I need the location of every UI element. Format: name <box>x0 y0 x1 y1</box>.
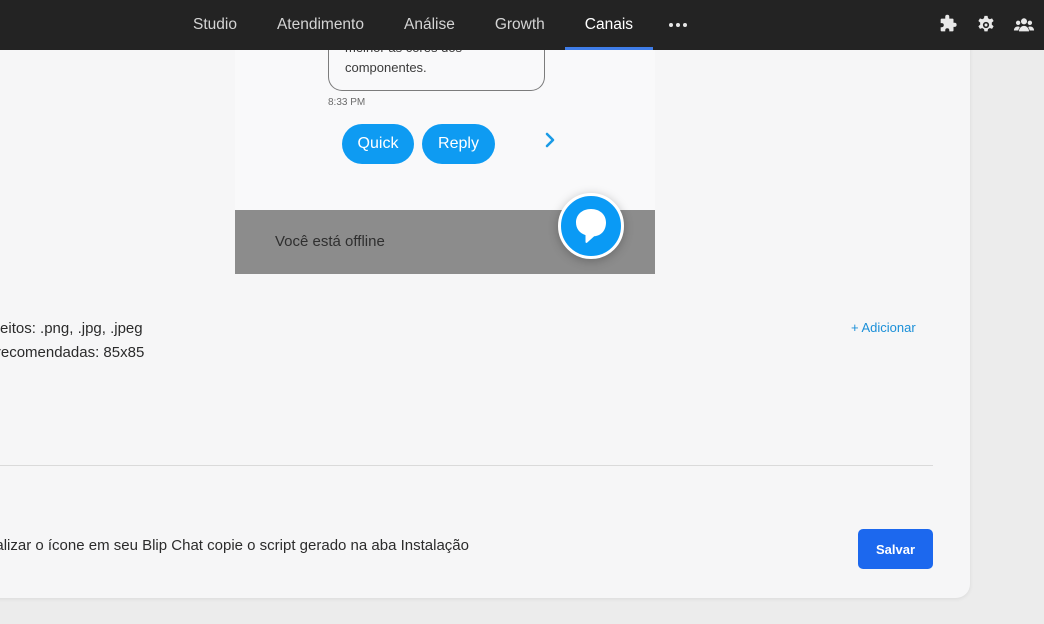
more-horizontal-icon[interactable] <box>653 0 702 50</box>
gear-icon[interactable] <box>974 13 998 37</box>
puzzle-icon[interactable] <box>936 13 960 37</box>
nav-item-studio[interactable]: Studio <box>173 0 257 50</box>
nav-item-label: Canais <box>584 16 634 33</box>
accepted-formats-text: tos aceitos: .png, .jpg, .jpeg <box>0 320 143 337</box>
chat-bubble-icon <box>576 209 606 243</box>
nav-item-label: Growth <box>494 16 545 33</box>
recommended-dimensions-text: sões recomendadas: 85x85 <box>0 344 145 361</box>
quick-reply-button[interactable]: Quick <box>342 124 414 164</box>
chat-preview: melhor as cores dos componentes. 8:33 PM… <box>235 44 655 274</box>
message-time: 8:33 PM <box>328 97 366 108</box>
nav-item-growth[interactable]: Growth <box>475 0 565 50</box>
top-navigation-bar: Studio Atendimento Análise Growth Canais <box>0 0 1044 50</box>
quick-reply-button[interactable]: Reply <box>422 124 495 164</box>
chat-launcher-button[interactable] <box>558 193 624 259</box>
section-divider <box>0 465 933 466</box>
add-icon-link[interactable]: + Adicionar <box>851 320 916 335</box>
save-button[interactable]: Salvar <box>858 529 933 569</box>
top-right-icons <box>922 0 1036 50</box>
nav-item-label: Studio <box>193 16 237 33</box>
offline-text: Você está offline <box>275 233 385 250</box>
main-nav: Studio Atendimento Análise Growth Canais <box>173 0 702 50</box>
nav-item-label: Análise <box>403 16 455 33</box>
install-note: ra atualizar o ícone em seu Blip Chat co… <box>0 537 469 554</box>
nav-item-canais[interactable]: Canais <box>564 0 654 50</box>
users-icon[interactable] <box>1012 13 1036 37</box>
nav-item-atendimento[interactable]: Atendimento <box>257 0 384 50</box>
nav-item-analise[interactable]: Análise <box>384 0 475 50</box>
message-bubble: melhor as cores dos componentes. <box>328 44 545 91</box>
nav-item-label: Atendimento <box>276 16 364 33</box>
chevron-right-icon[interactable] <box>543 128 557 152</box>
message-line: componentes. <box>345 60 427 75</box>
